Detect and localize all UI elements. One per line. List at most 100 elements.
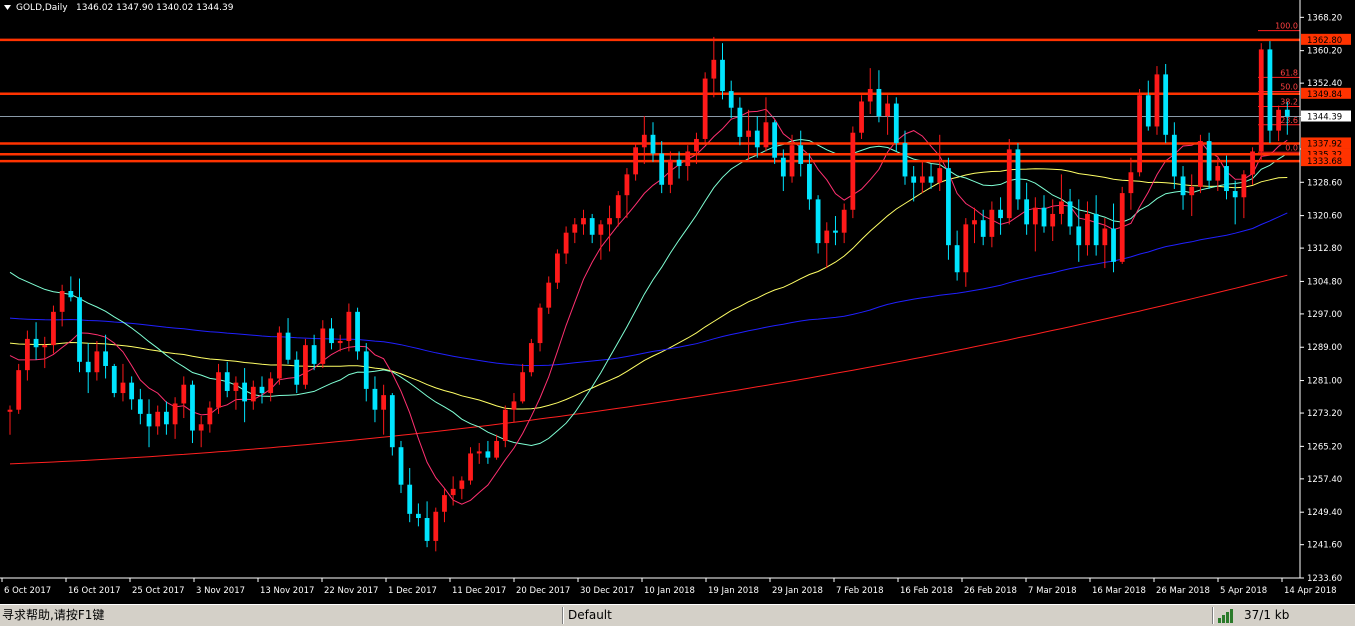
- candle-body: [85, 361, 91, 373]
- candle-body: [815, 199, 821, 244]
- candle-body: [1137, 95, 1142, 173]
- candle-body: [468, 453, 473, 481]
- x-tick-label: 16 Mar 2018: [1092, 586, 1146, 596]
- y-tick-label: 1297.00: [1307, 310, 1342, 320]
- candle-body: [433, 511, 439, 541]
- candle-body: [1119, 193, 1125, 262]
- candle-body: [24, 338, 30, 371]
- candle-body: [1102, 228, 1108, 246]
- candle-body: [250, 386, 256, 402]
- candle-body: [59, 291, 65, 312]
- candle-body: [120, 382, 126, 394]
- chart-ohlc: 1346.02 1347.90 1340.02 1344.39: [76, 3, 234, 13]
- candle-body: [589, 218, 595, 235]
- candle-body: [563, 232, 569, 254]
- candle-body: [137, 399, 143, 414]
- candle-body: [77, 297, 82, 362]
- candle-body: [233, 382, 239, 391]
- candle-body: [1215, 166, 1221, 181]
- candle-body: [294, 359, 300, 385]
- y-tick-label: 1328.60: [1307, 178, 1342, 188]
- candle-body: [1232, 191, 1238, 198]
- candle-body: [1198, 141, 1203, 187]
- candle-body: [694, 138, 699, 152]
- status-profile[interactable]: Default: [568, 608, 612, 623]
- candle-body: [537, 307, 543, 344]
- status-separator: [562, 607, 564, 624]
- candle-body: [407, 484, 413, 514]
- candle-body: [7, 409, 13, 412]
- candle-body: [1163, 74, 1169, 135]
- candle-body: [780, 157, 786, 177]
- candle-body: [581, 218, 586, 225]
- candle-body: [42, 345, 48, 348]
- candle-body: [268, 378, 274, 394]
- chart-header: GOLD,Daily 1346.02 1347.90 1340.02 1344.…: [4, 3, 234, 13]
- y-tick-label: 1241.60: [1307, 541, 1342, 551]
- candle-body: [494, 440, 499, 458]
- x-tick-label: 10 Jan 2018: [644, 586, 695, 596]
- candle-body: [511, 401, 517, 410]
- candle-body: [485, 451, 491, 458]
- candle-body: [216, 372, 221, 408]
- candle-body: [181, 384, 187, 404]
- fib-level-label: 50.0: [1280, 82, 1298, 91]
- x-tick-label: 3 Nov 2017: [196, 586, 245, 596]
- y-tick-label: 1304.80: [1307, 277, 1342, 287]
- candle-body: [1006, 149, 1012, 219]
- candle-body: [911, 176, 917, 183]
- candle-body: [372, 388, 378, 410]
- price-level-tag-label: 1349.84: [1307, 90, 1342, 100]
- x-tick-label: 7 Feb 2018: [836, 586, 884, 596]
- x-tick-label: 30 Dec 2017: [580, 586, 634, 596]
- candle-body: [172, 403, 178, 425]
- y-tick-label: 1265.20: [1307, 442, 1342, 452]
- candle-body: [155, 411, 161, 427]
- status-connection[interactable]: 37/1 kb: [1244, 608, 1289, 623]
- candle-body: [789, 145, 795, 177]
- candle-body: [763, 122, 769, 148]
- candle-body: [520, 372, 526, 402]
- candle-body: [303, 345, 308, 385]
- chart-area[interactable]: 100.0 61.8 50.0 38.2 23.6 0.0 1368.20 1360.20 1…: [0, 0, 1355, 604]
- candle-body: [198, 424, 204, 431]
- candle-body: [311, 345, 317, 364]
- candle-body: [876, 88, 882, 117]
- candle-body: [381, 395, 387, 410]
- candle-body: [1085, 213, 1090, 246]
- y-tick-label: 1312.80: [1307, 244, 1342, 254]
- candle-body: [389, 395, 395, 448]
- candle-body: [1067, 201, 1073, 227]
- x-tick-label: 1 Dec 2017: [388, 586, 437, 596]
- candle-body: [685, 151, 691, 167]
- x-tick-label: 22 Nov 2017: [324, 586, 378, 596]
- candle-body: [641, 134, 647, 148]
- candle-body: [450, 488, 456, 496]
- candle-body: [702, 78, 708, 139]
- candle-body: [355, 311, 360, 352]
- candle-body: [528, 343, 534, 373]
- candle-body: [754, 130, 760, 148]
- candle-body: [746, 130, 751, 137]
- candle-body: [442, 495, 447, 512]
- candle-body: [1276, 109, 1282, 131]
- candle-body: [111, 365, 117, 394]
- connection-bars-icon[interactable]: [1218, 609, 1238, 623]
- price-chart[interactable]: 100.061.850.038.223.60.0 1368.201360.201…: [0, 0, 1355, 604]
- candle-body: [224, 372, 230, 391]
- candle-body: [624, 174, 630, 196]
- candle-body: [1224, 166, 1229, 192]
- candle-body: [1180, 176, 1186, 196]
- candle-body: [720, 59, 725, 92]
- candle-body: [711, 59, 717, 79]
- candle-body: [190, 384, 195, 431]
- x-tick-label: 26 Feb 2018: [964, 586, 1017, 596]
- candle-body: [51, 311, 56, 346]
- candle-body: [885, 103, 890, 117]
- candle-body: [1284, 109, 1290, 117]
- candle-body: [676, 159, 682, 167]
- fib-level-label: 100.0: [1275, 22, 1298, 31]
- candle-body: [1241, 174, 1247, 198]
- candle-body: [259, 386, 265, 394]
- candle-body: [598, 224, 604, 235]
